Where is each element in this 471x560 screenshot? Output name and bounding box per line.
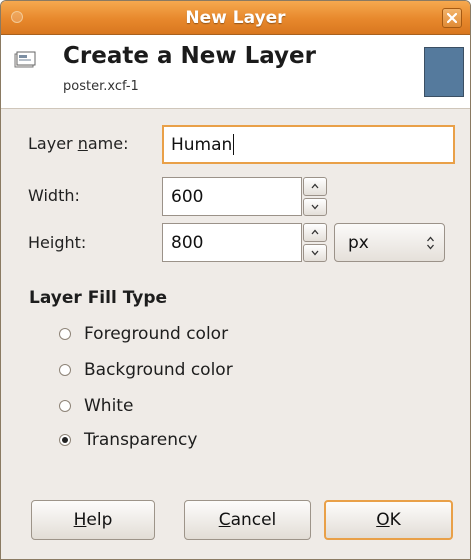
- radio-background-color[interactable]: Background color: [59, 360, 233, 380]
- cancel-label: ancel: [230, 510, 277, 530]
- radio-selected-dot: [62, 437, 68, 443]
- layer-name-label: Layer name:: [28, 134, 128, 153]
- text-caret: [233, 134, 235, 155]
- help-mnemonic: H: [73, 510, 87, 530]
- radio-foreground-color[interactable]: Foreground color: [59, 324, 228, 344]
- width-label: Width:: [28, 186, 80, 205]
- chevron-updown-icon: [427, 236, 434, 250]
- radio-button-selected[interactable]: [59, 434, 71, 446]
- height-label: Height:: [28, 233, 87, 252]
- height-value: 800: [171, 232, 204, 253]
- ok-button[interactable]: OK: [324, 500, 453, 540]
- ok-mnemonic: O: [376, 510, 390, 530]
- width-decrement-button[interactable]: [303, 197, 327, 216]
- height-field[interactable]: 800: [162, 223, 302, 262]
- chevron-up-icon: [311, 183, 319, 189]
- unit-value: px: [348, 233, 369, 253]
- chevron-up-icon: [311, 229, 319, 235]
- radio-label: Transparency: [84, 430, 198, 450]
- help-button[interactable]: Help: [31, 500, 155, 540]
- layer-preview: [424, 47, 464, 97]
- window-title: New Layer: [185, 8, 286, 28]
- radio-white[interactable]: White: [59, 396, 133, 416]
- layer-name-label-pre: Layer: [28, 134, 78, 153]
- dialog-header: Create a New Layer poster.xcf-1: [1, 35, 470, 109]
- radio-transparency[interactable]: Transparency: [59, 430, 197, 450]
- radio-label: Background color: [84, 360, 233, 380]
- radio-label: White: [84, 396, 134, 416]
- layer-name-label-post: ame:: [87, 134, 129, 153]
- unit-select[interactable]: px: [334, 223, 445, 262]
- close-button[interactable]: [442, 8, 462, 28]
- image-name: poster.xcf-1: [63, 79, 139, 94]
- layer-name-value: Human: [171, 134, 233, 155]
- height-spinner: [303, 223, 327, 262]
- ok-label: K: [389, 510, 401, 530]
- layer-icon: [14, 51, 36, 68]
- height-decrement-button[interactable]: [303, 243, 327, 262]
- help-label: elp: [86, 510, 113, 530]
- radio-button[interactable]: [59, 400, 71, 412]
- radio-button[interactable]: [59, 328, 71, 340]
- width-spinner: [303, 177, 327, 216]
- width-field[interactable]: 600: [162, 177, 302, 216]
- radio-label: Foreground color: [84, 324, 229, 344]
- cancel-mnemonic: C: [218, 510, 231, 530]
- close-icon: [447, 13, 457, 23]
- cancel-button[interactable]: Cancel: [184, 500, 311, 540]
- title-bar[interactable]: New Layer: [1, 1, 470, 35]
- chevron-down-icon: [311, 204, 319, 210]
- chevron-down-icon: [311, 250, 319, 256]
- fill-type-heading: Layer Fill Type: [29, 288, 168, 308]
- new-layer-dialog: New Layer Create a New Layer poster.xcf-…: [0, 0, 471, 560]
- width-increment-button[interactable]: [303, 177, 327, 196]
- layer-name-field[interactable]: Human: [162, 125, 455, 164]
- width-value: 600: [171, 186, 204, 207]
- radio-button[interactable]: [59, 364, 71, 376]
- height-increment-button[interactable]: [303, 223, 327, 242]
- page-title: Create a New Layer: [63, 43, 316, 69]
- layer-name-label-mnemonic: n: [77, 134, 88, 153]
